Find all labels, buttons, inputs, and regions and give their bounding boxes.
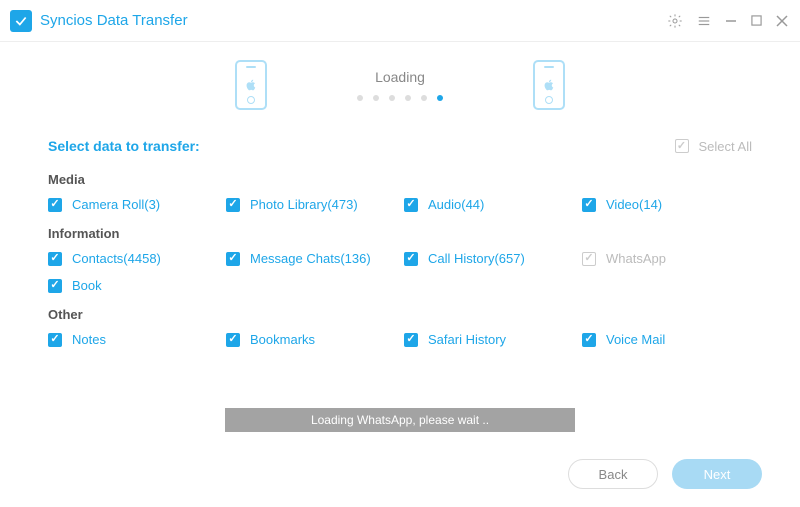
other-label: Notes (72, 332, 106, 347)
back-button[interactable]: Back (568, 459, 658, 489)
other-checkbox[interactable] (404, 333, 418, 347)
menu-icon[interactable] (697, 14, 711, 28)
media-checkbox[interactable] (226, 198, 240, 212)
maximize-icon[interactable] (751, 15, 762, 26)
other-label: Voice Mail (606, 332, 665, 347)
other-label: Bookmarks (250, 332, 315, 347)
select-title: Select data to transfer: (48, 138, 200, 154)
other-item[interactable]: Notes (48, 332, 218, 347)
loading-label: Loading (357, 69, 443, 85)
info-label: Book (72, 278, 102, 293)
section-info-title: Information (48, 226, 752, 241)
info-label: Call History(657) (428, 251, 525, 266)
brand: Syncios Data Transfer (10, 10, 188, 32)
close-icon[interactable] (776, 15, 788, 27)
media-item[interactable]: Camera Roll(3) (48, 197, 218, 212)
progress-text: Loading WhatsApp, please wait .. (311, 413, 489, 427)
other-item[interactable]: Bookmarks (226, 332, 396, 347)
media-label: Photo Library(473) (250, 197, 358, 212)
loading-center: Loading (357, 69, 443, 101)
media-item[interactable]: Photo Library(473) (226, 197, 396, 212)
loading-dots (357, 95, 443, 101)
select-header: Select data to transfer: Select All (48, 138, 752, 154)
info-checkbox[interactable] (404, 252, 418, 266)
grid-info: Contacts(4458) Message Chats(136) Call His… (48, 251, 752, 293)
info-label: Message Chats(136) (250, 251, 371, 266)
info-label: Contacts(4458) (72, 251, 161, 266)
titlebar: Syncios Data Transfer (0, 0, 800, 42)
window-controls (667, 13, 788, 29)
source-phone-icon (235, 60, 267, 110)
media-checkbox[interactable] (404, 198, 418, 212)
footer: Back Next (568, 459, 762, 489)
info-item[interactable]: Message Chats(136) (226, 251, 396, 266)
info-item: WhatsApp (582, 251, 752, 266)
section-media-title: Media (48, 172, 752, 187)
grid-other: Notes Bookmarks Safari History Voice Mail (48, 332, 752, 347)
info-label: WhatsApp (606, 251, 666, 266)
select-all-label: Select All (699, 139, 752, 154)
target-phone-icon (533, 60, 565, 110)
info-item[interactable]: Book (48, 278, 218, 293)
other-checkbox[interactable] (582, 333, 596, 347)
select-all-checkbox[interactable] (675, 139, 689, 153)
media-checkbox[interactable] (48, 198, 62, 212)
section-other-title: Other (48, 307, 752, 322)
info-checkbox[interactable] (48, 252, 62, 266)
media-checkbox[interactable] (582, 198, 596, 212)
other-label: Safari History (428, 332, 506, 347)
other-checkbox[interactable] (48, 333, 62, 347)
info-checkbox (582, 252, 596, 266)
info-item[interactable]: Call History(657) (404, 251, 574, 266)
media-label: Video(14) (606, 197, 662, 212)
app-title: Syncios Data Transfer (40, 12, 188, 29)
select-all[interactable]: Select All (675, 139, 752, 154)
media-label: Camera Roll(3) (72, 197, 160, 212)
media-item[interactable]: Video(14) (582, 197, 752, 212)
content: Select data to transfer: Select All Medi… (0, 138, 800, 347)
other-item[interactable]: Safari History (404, 332, 574, 347)
media-item[interactable]: Audio(44) (404, 197, 574, 212)
media-label: Audio(44) (428, 197, 484, 212)
other-item[interactable]: Voice Mail (582, 332, 752, 347)
info-checkbox[interactable] (226, 252, 240, 266)
next-button[interactable]: Next (672, 459, 762, 489)
info-checkbox[interactable] (48, 279, 62, 293)
loading-area: Loading (0, 42, 800, 124)
info-item[interactable]: Contacts(4458) (48, 251, 218, 266)
settings-icon[interactable] (667, 13, 683, 29)
app-logo-icon (10, 10, 32, 32)
other-checkbox[interactable] (226, 333, 240, 347)
minimize-icon[interactable] (725, 15, 737, 27)
progress-bar: Loading WhatsApp, please wait .. (225, 408, 575, 432)
grid-media: Camera Roll(3) Photo Library(473) Audio(44… (48, 197, 752, 212)
